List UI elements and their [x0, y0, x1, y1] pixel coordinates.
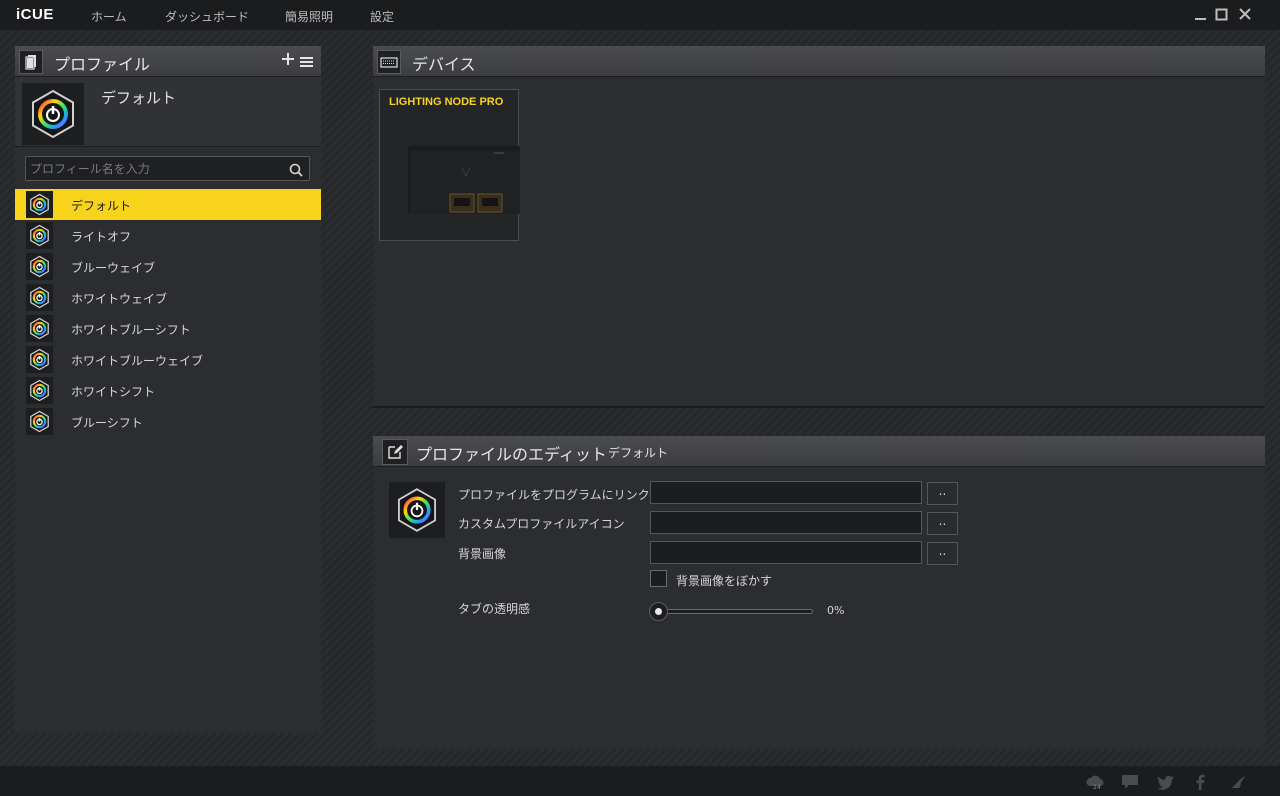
- nav-instant-lighting[interactable]: 簡易照明: [285, 8, 333, 25]
- device-card-lighting-node-pro[interactable]: LIGHTING NODE PRO: [379, 89, 520, 241]
- custom-icon-label: カスタムプロファイルアイコン: [458, 517, 625, 531]
- profile-list: デフォルト ライトオフ ブルーウェイブ ホワイトウェイブ ホワイトブルーシフト …: [15, 189, 321, 437]
- custom-icon-field[interactable]: [650, 511, 922, 534]
- minimize-icon[interactable]: [1193, 6, 1209, 22]
- profile-avatar-icon: [26, 253, 53, 280]
- lighting-node-pro-icon: [408, 146, 520, 214]
- keyboard-icon: [377, 50, 401, 74]
- close-icon[interactable]: [1237, 6, 1253, 22]
- devices-divider: [373, 406, 1265, 408]
- profile-list-item[interactable]: ホワイトシフト: [15, 375, 321, 406]
- profiles-title: プロファイル: [54, 55, 151, 74]
- tab-transparency-label: タブの透明感: [458, 602, 531, 616]
- background-image-field[interactable]: [650, 541, 922, 564]
- profile-avatar-icon: [26, 284, 53, 311]
- tab-transparency-value: 0%: [827, 604, 845, 617]
- chat-icon[interactable]: [1121, 774, 1139, 790]
- cloud-icon[interactable]: 24: [1085, 774, 1105, 791]
- title-bar: iCUE ホーム ダッシュボード 簡易照明 設定: [0, 0, 1280, 30]
- profile-avatar-icon: [26, 315, 53, 342]
- nav-settings[interactable]: 設定: [370, 8, 394, 25]
- add-profile-icon[interactable]: [281, 51, 295, 65]
- profile-list-item-label: ライトオフ: [71, 230, 132, 244]
- profile-list-item-label: デフォルト: [71, 199, 132, 213]
- background-image-label: 背景画像: [458, 547, 507, 561]
- profile-menu-icon[interactable]: [300, 53, 313, 67]
- profile-edit-title: プロファイルのエディット: [416, 445, 607, 464]
- profile-list-item[interactable]: ブルーシフト: [15, 406, 321, 437]
- profile-list-item-label: ブルーシフト: [71, 416, 143, 430]
- profile-avatar-icon: [26, 191, 53, 218]
- profile-edit-header: プロファイルのエディット デフォルト: [373, 436, 1265, 467]
- profile-list-item[interactable]: ホワイトウェイブ: [15, 282, 321, 313]
- search-icon[interactable]: [289, 162, 303, 177]
- nav-home[interactable]: ホーム: [91, 8, 127, 25]
- corsair-sails-icon[interactable]: [1230, 774, 1248, 790]
- profile-list-item[interactable]: ライトオフ: [15, 220, 321, 251]
- profile-list-item[interactable]: デフォルト: [15, 189, 321, 220]
- facebook-icon[interactable]: [1194, 774, 1206, 790]
- device-name: LIGHTING NODE PRO: [389, 96, 504, 108]
- cloud-badge: 24: [1093, 784, 1101, 790]
- custom-icon-browse-button[interactable]: ..: [927, 512, 958, 535]
- profile-list-item-label: ホワイトブルーウェイブ: [71, 354, 204, 368]
- tab-transparency-slider[interactable]: [656, 609, 813, 614]
- profiles-panel: プロファイル デフォルト プロフィール名を入力 デフォルト ライトオフ ブルーウ…: [15, 46, 321, 733]
- blur-background-label: 背景画像をぼかす: [676, 574, 773, 588]
- tab-transparency-slider-handle[interactable]: [649, 602, 668, 621]
- devices-header: デバイス: [373, 46, 1265, 77]
- nav-dashboard[interactable]: ダッシュボード: [165, 8, 249, 25]
- profile-edit-name: デフォルト: [608, 446, 669, 460]
- background-image-browse-button[interactable]: ..: [927, 542, 958, 565]
- link-program-field[interactable]: [650, 481, 922, 504]
- profile-avatar-icon: [26, 346, 53, 373]
- maximize-icon[interactable]: [1214, 6, 1230, 22]
- profile-list-item[interactable]: ブルーウェイブ: [15, 251, 321, 282]
- profile-avatar-icon: [26, 377, 53, 404]
- twitter-icon[interactable]: [1157, 774, 1175, 790]
- footer-bar: 24: [0, 766, 1280, 796]
- profile-search-input[interactable]: [30, 157, 285, 180]
- profile-list-item-label: ホワイトブルーシフト: [71, 323, 191, 337]
- profile-list-item-label: ホワイトウェイブ: [71, 292, 168, 306]
- profile-list-item[interactable]: ホワイトブルーシフト: [15, 313, 321, 344]
- devices-title: デバイス: [412, 55, 476, 74]
- app-logo: iCUE: [16, 6, 54, 23]
- profile-search[interactable]: [25, 156, 310, 181]
- link-program-label: プロファイルをプログラムにリンク: [458, 488, 650, 502]
- profile-list-item[interactable]: ホワイトブルーウェイブ: [15, 344, 321, 375]
- current-profile-name: デフォルト: [101, 89, 177, 107]
- profiles-icon: [19, 50, 43, 74]
- devices-panel: デバイス LIGHTING NODE PRO: [373, 46, 1265, 408]
- profile-edit-panel: プロファイルのエディット デフォルト プロファイルをプログラムにリンク .. カ…: [373, 436, 1265, 749]
- link-program-browse-button[interactable]: ..: [927, 482, 958, 505]
- blur-background-checkbox[interactable]: [650, 570, 667, 587]
- profiles-header: プロファイル: [15, 46, 321, 77]
- profile-avatar-icon: [26, 222, 53, 249]
- profile-avatar-icon: [26, 408, 53, 435]
- current-profile: デフォルト: [15, 77, 321, 147]
- profile-list-item-label: ブルーウェイブ: [71, 261, 156, 275]
- profile-list-item-label: ホワイトシフト: [71, 385, 156, 399]
- profile-icon-preview[interactable]: [389, 482, 445, 538]
- profile-avatar-icon: [22, 83, 84, 145]
- edit-icon: [382, 439, 408, 465]
